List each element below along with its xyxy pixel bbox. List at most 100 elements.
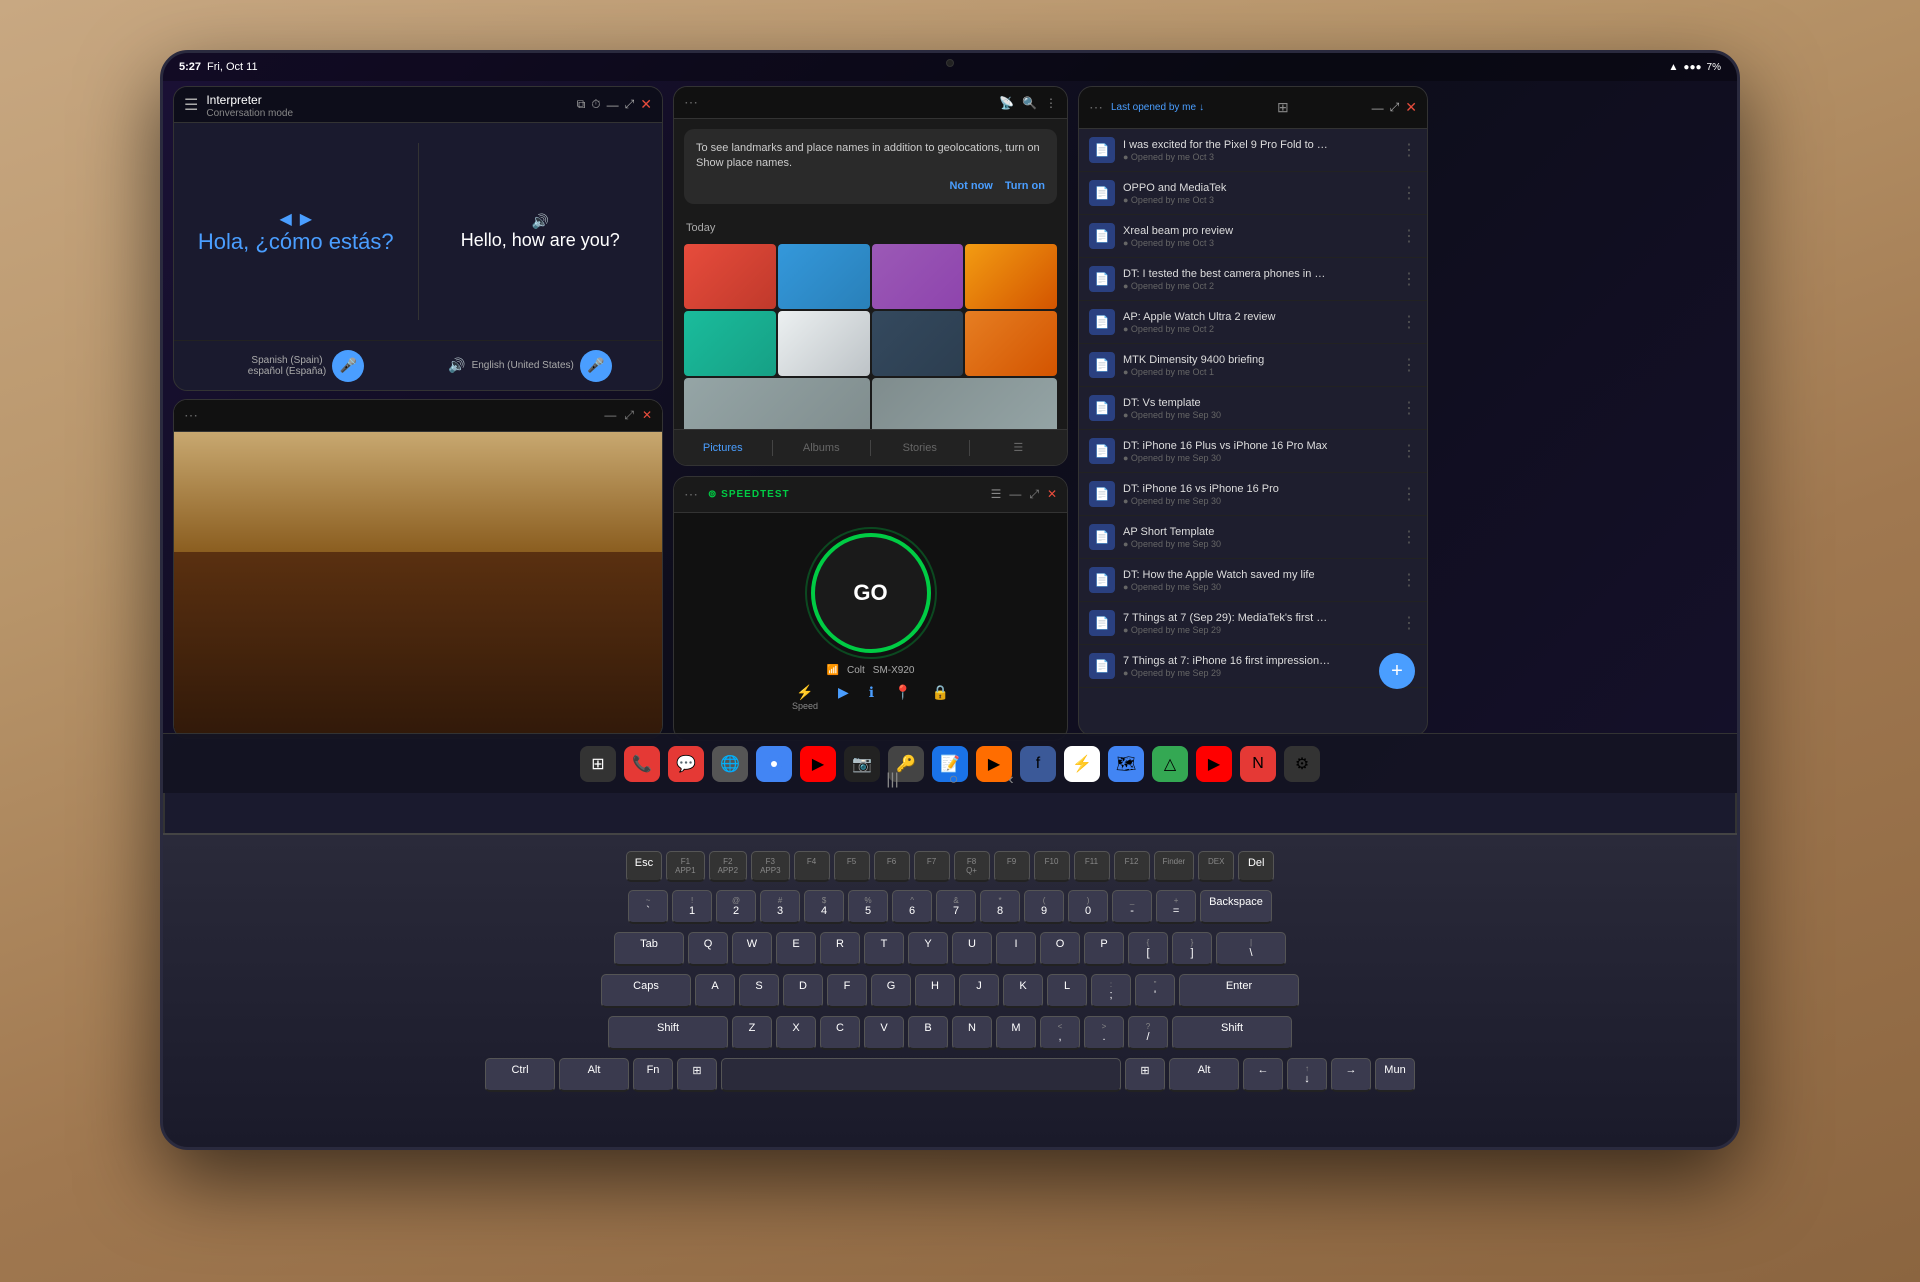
- key-n[interactable]: N: [952, 1016, 992, 1050]
- key-left-arrow[interactable]: ←: [1243, 1058, 1283, 1092]
- taskbar-phone-icon[interactable]: 📞: [624, 746, 660, 782]
- key-lbracket[interactable]: {[: [1128, 932, 1168, 966]
- key-fn2[interactable]: Fn: [633, 1058, 673, 1092]
- docs-list-item[interactable]: 📄 DT: I tested the best camera phones in…: [1079, 258, 1427, 301]
- maps-cast-icon[interactable]: 📡: [999, 96, 1014, 110]
- key-comma[interactable]: <,: [1040, 1016, 1080, 1050]
- maps-more-icon[interactable]: ⋯: [684, 94, 698, 111]
- taskbar-camera-icon[interactable]: 📷: [844, 746, 880, 782]
- docs-header-title-block[interactable]: Last opened by me ↓: [1111, 102, 1204, 113]
- speedtest-minimize-icon[interactable]: —: [1009, 487, 1021, 502]
- key-ctrl[interactable]: Ctrl: [485, 1058, 555, 1092]
- key-right-arrow[interactable]: →: [1331, 1058, 1371, 1092]
- docs-list-item[interactable]: 📄 7 Things at 7: iPhone 16 first impress…: [1079, 645, 1427, 688]
- photo-8[interactable]: [965, 311, 1057, 376]
- volume-icon[interactable]: 🔊: [532, 213, 549, 230]
- speedtest-maximize-icon[interactable]: ⤢: [1029, 487, 1039, 502]
- photo-1[interactable]: [684, 244, 776, 309]
- key-9[interactable]: (9: [1024, 890, 1064, 924]
- key-8[interactable]: *8: [980, 890, 1020, 924]
- key-g[interactable]: G: [871, 974, 911, 1008]
- doc-more-icon[interactable]: ⋮: [1401, 484, 1417, 504]
- docs-list-item[interactable]: 📄 MTK Dimensity 9400 briefing ● Opened b…: [1079, 344, 1427, 387]
- docs-list-item[interactable]: 📄 DT: How the Apple Watch saved my life …: [1079, 559, 1427, 602]
- key-backslash[interactable]: |\: [1216, 932, 1286, 966]
- tab-pictures[interactable]: Pictures: [674, 434, 772, 462]
- key-f7[interactable]: F7: [914, 851, 950, 882]
- key-minus[interactable]: _-: [1112, 890, 1152, 924]
- tab-albums[interactable]: Albums: [773, 434, 871, 462]
- docs-list-item[interactable]: 📄 I was excited for the Pixel 9 Pro Fold…: [1079, 129, 1427, 172]
- doc-more-icon[interactable]: ⋮: [1401, 355, 1417, 375]
- maps-notif-cancel[interactable]: Not now: [949, 180, 992, 192]
- speedtest-go-button[interactable]: GO: [811, 533, 931, 653]
- docs-list-item[interactable]: 📄 AP: Apple Watch Ultra 2 review ● Opene…: [1079, 301, 1427, 344]
- key-6[interactable]: ^6: [892, 890, 932, 924]
- taskbar-speedtest-icon[interactable]: ⚡: [1064, 746, 1100, 782]
- tab-stories[interactable]: Stories: [871, 434, 969, 462]
- maps-overflow-icon[interactable]: ⋮: [1045, 96, 1057, 110]
- photo-7[interactable]: [872, 311, 964, 376]
- doc-more-icon[interactable]: ⋮: [1401, 570, 1417, 590]
- key-f8[interactable]: F8Q+: [954, 851, 990, 882]
- key-enter[interactable]: Enter: [1179, 974, 1299, 1008]
- nav-home-icon[interactable]: ○: [949, 771, 959, 789]
- key-f11[interactable]: F11: [1074, 851, 1110, 882]
- speedtest-more-icon[interactable]: ⋯: [684, 486, 698, 503]
- key-b[interactable]: B: [908, 1016, 948, 1050]
- key-alt-right[interactable]: Alt: [1169, 1058, 1239, 1092]
- key-o[interactable]: O: [1040, 932, 1080, 966]
- docs-list-item[interactable]: 📄 DT: iPhone 16 Plus vs iPhone 16 Pro Ma…: [1079, 430, 1427, 473]
- spanish-mic-button[interactable]: 🎤: [332, 350, 364, 382]
- docs-fab-button[interactable]: +: [1379, 653, 1415, 689]
- video-close-icon[interactable]: ✕: [642, 408, 652, 423]
- key-caps[interactable]: Caps: [601, 974, 691, 1008]
- docs-more-icon[interactable]: ⋯: [1089, 99, 1103, 116]
- key-f[interactable]: F: [827, 974, 867, 1008]
- video-maximize-icon[interactable]: ⤢: [624, 408, 634, 423]
- key-alt-left[interactable]: Alt: [559, 1058, 629, 1092]
- doc-more-icon[interactable]: ⋮: [1401, 226, 1417, 246]
- doc-more-icon[interactable]: ⋮: [1401, 613, 1417, 633]
- key-shift-left[interactable]: Shift: [608, 1016, 728, 1050]
- english-selector[interactable]: 🔊 English (United States) 🎤: [418, 350, 642, 382]
- key-3[interactable]: #3: [760, 890, 800, 924]
- key-k[interactable]: K: [1003, 974, 1043, 1008]
- key-l[interactable]: L: [1047, 974, 1087, 1008]
- maps-search-icon[interactable]: 🔍: [1022, 96, 1037, 110]
- doc-more-icon[interactable]: ⋮: [1401, 140, 1417, 160]
- key-quote[interactable]: "': [1135, 974, 1175, 1008]
- key-f10[interactable]: F10: [1034, 851, 1070, 882]
- key-d[interactable]: D: [783, 974, 823, 1008]
- key-f5[interactable]: F5: [834, 851, 870, 882]
- photo-3[interactable]: [872, 244, 964, 309]
- key-1[interactable]: !1: [672, 890, 712, 924]
- docs-close-icon[interactable]: ✕: [1405, 99, 1417, 116]
- key-slash[interactable]: ?/: [1128, 1016, 1168, 1050]
- english-mic-button[interactable]: 🎤: [580, 350, 612, 382]
- video-minimize-icon[interactable]: —: [604, 408, 616, 423]
- key-z[interactable]: Z: [732, 1016, 772, 1050]
- key-j[interactable]: J: [959, 974, 999, 1008]
- key-r[interactable]: R: [820, 932, 860, 966]
- key-finder[interactable]: Finder: [1154, 851, 1195, 882]
- docs-minimize-icon[interactable]: —: [1372, 101, 1384, 115]
- doc-more-icon[interactable]: ⋮: [1401, 312, 1417, 332]
- key-f9[interactable]: F9: [994, 851, 1030, 882]
- key-f2[interactable]: F2APP2: [709, 851, 747, 882]
- docs-list-item[interactable]: 📄 AP Meeting notes archive 🔒 Opened by m…: [1079, 688, 1427, 695]
- maps-notif-confirm[interactable]: Turn on: [1005, 180, 1045, 192]
- menu-icon[interactable]: ☰: [184, 95, 198, 115]
- key-c[interactable]: C: [820, 1016, 860, 1050]
- speedtest-overflow-icon[interactable]: ☰: [991, 487, 1002, 502]
- timer-icon[interactable]: ⏱: [591, 97, 600, 112]
- key-del[interactable]: Del: [1238, 851, 1274, 882]
- doc-more-icon[interactable]: ⋮: [1401, 183, 1417, 203]
- photo-5[interactable]: [684, 311, 776, 376]
- docs-list-item[interactable]: 📄 OPPO and MediaTek ● Opened by me Oct 3…: [1079, 172, 1427, 215]
- key-x[interactable]: X: [776, 1016, 816, 1050]
- taskbar-chrome-icon[interactable]: [756, 746, 792, 782]
- key-dex[interactable]: DEX: [1198, 851, 1234, 882]
- docs-list-item[interactable]: 📄 DT: iPhone 16 vs iPhone 16 Pro ● Opene…: [1079, 473, 1427, 516]
- key-w[interactable]: W: [732, 932, 772, 966]
